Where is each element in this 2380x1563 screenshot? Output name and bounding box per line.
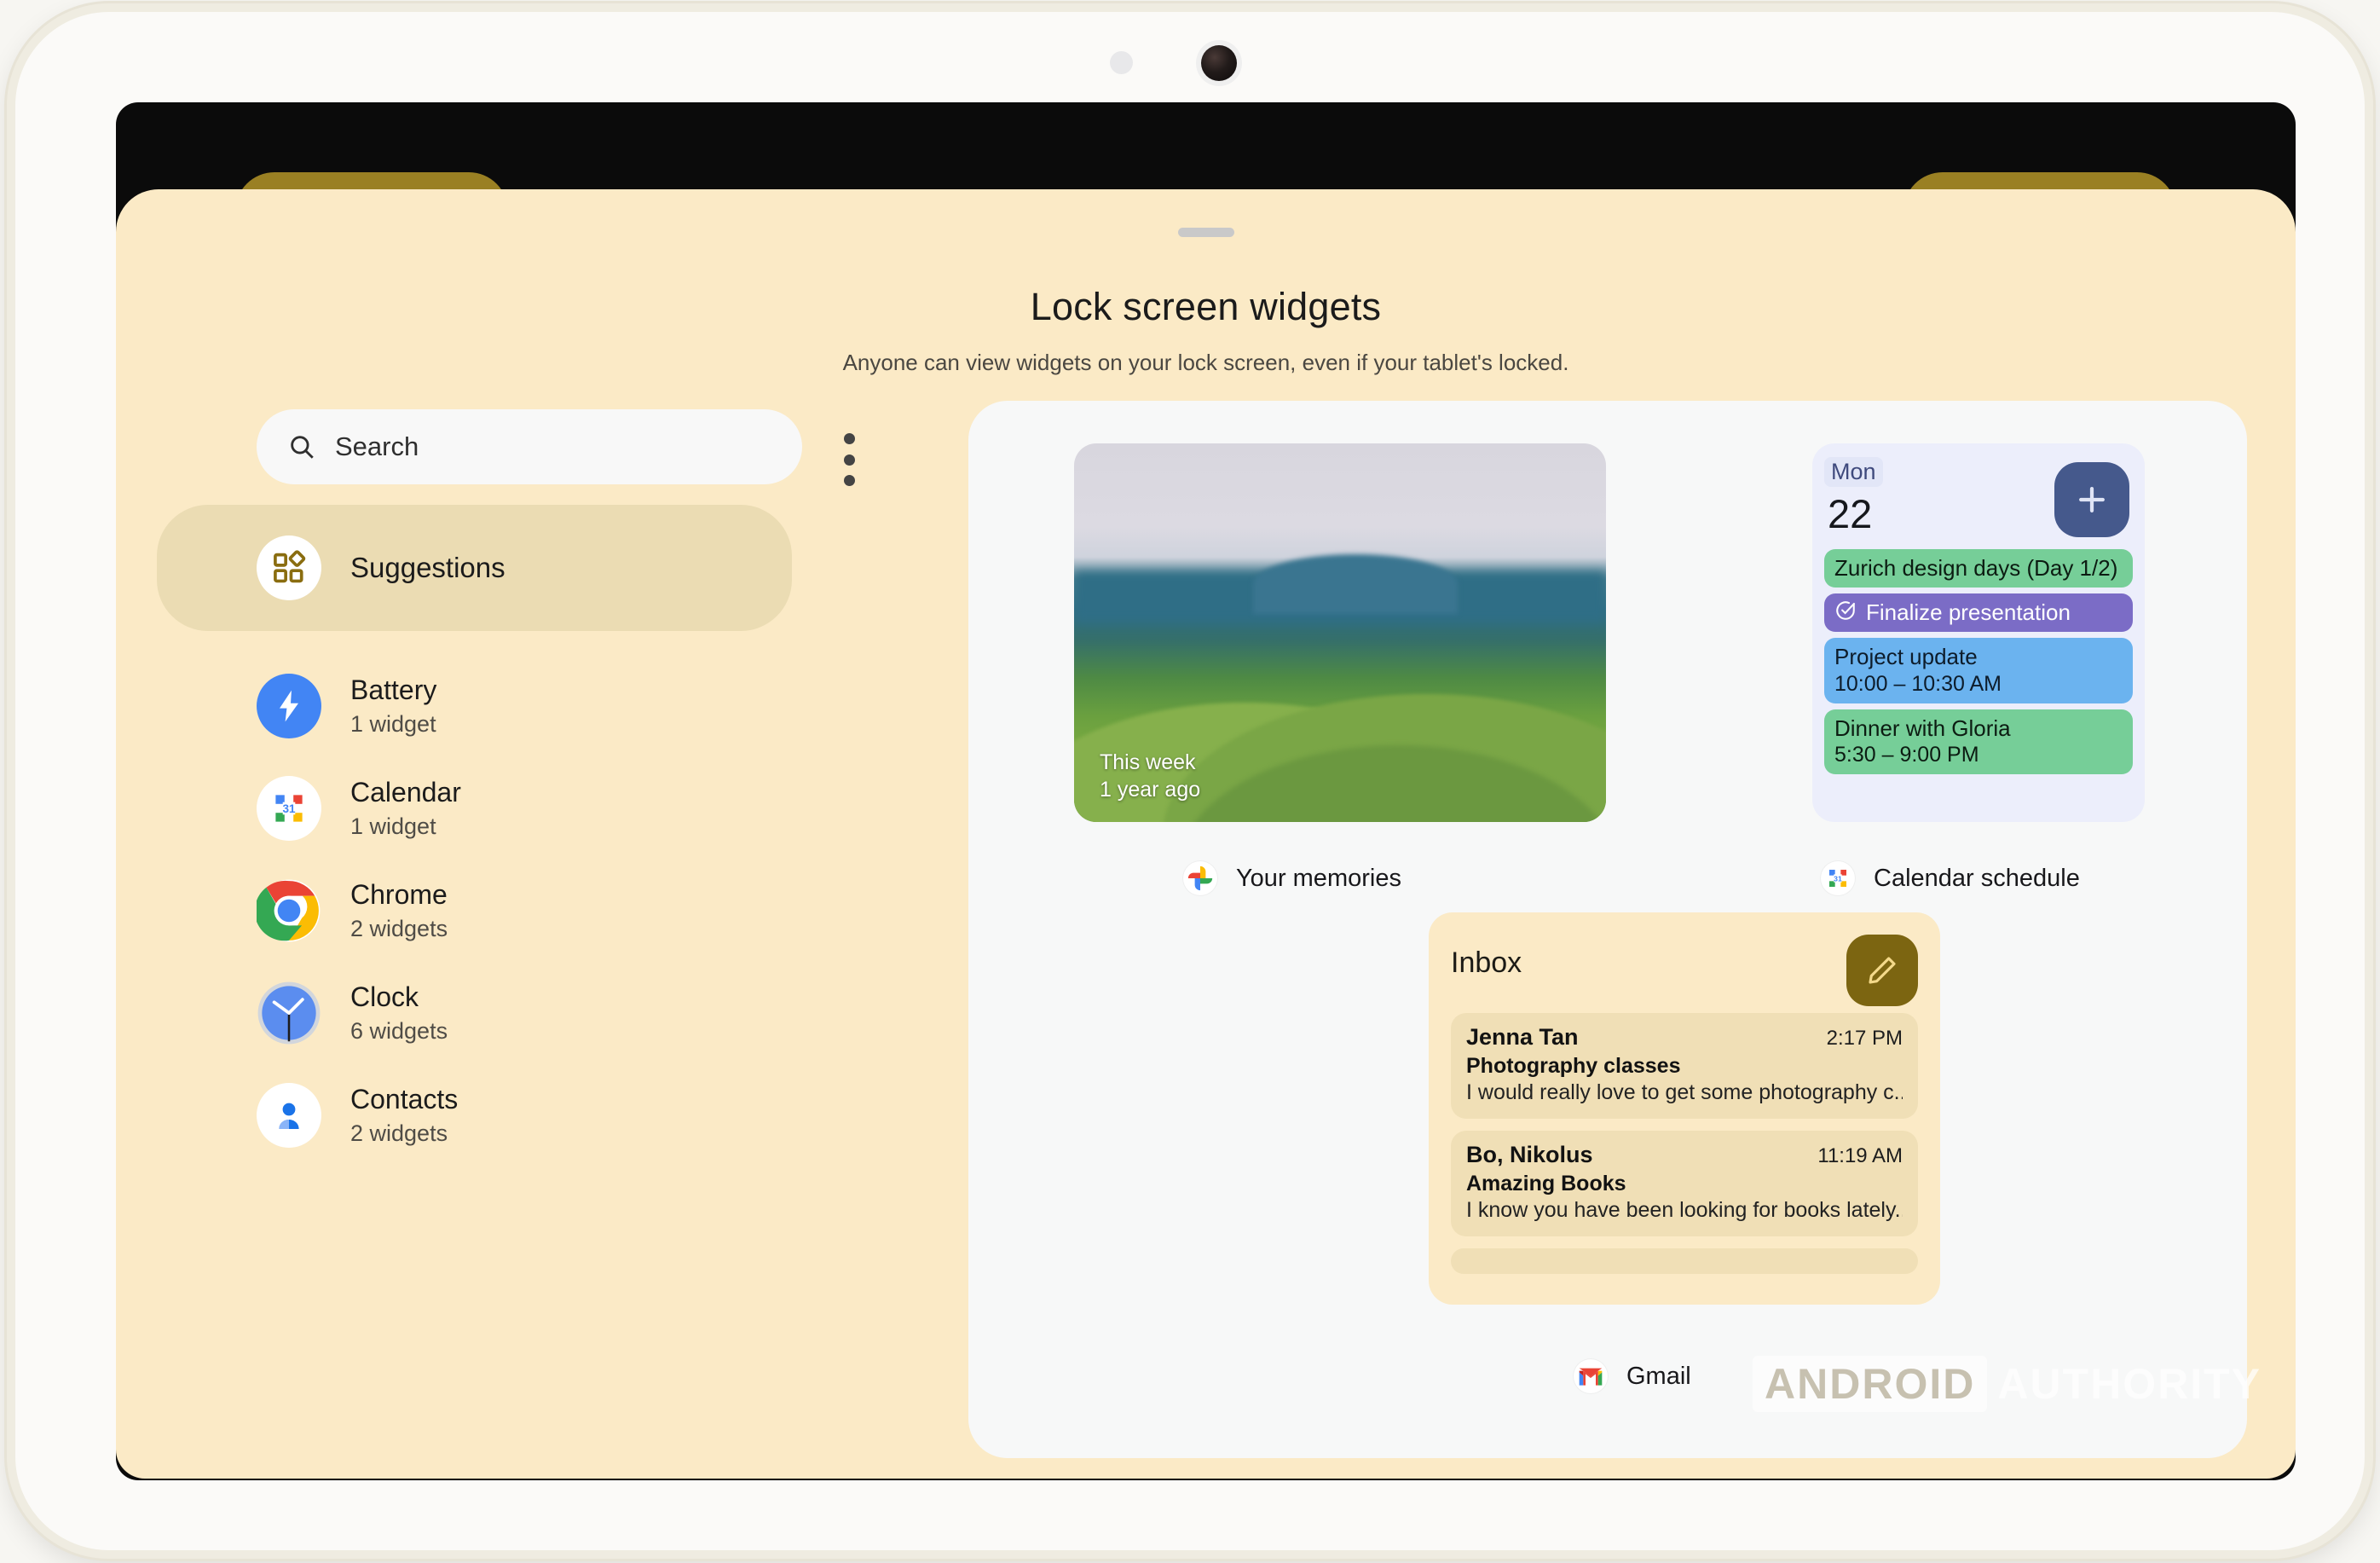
sidebar-item-label: Suggestions <box>350 552 505 583</box>
pencil-icon <box>1869 957 1896 984</box>
calendar-event-title: Project update <box>1834 644 1978 670</box>
memories-overlay-text: This week 1 year ago <box>1100 750 1200 803</box>
widget-caption-label: Gmail <box>1626 1362 1691 1390</box>
gmail-email-sender: Jenna Tan <box>1466 1024 1579 1050</box>
widget-preview-your-memories[interactable]: This week 1 year ago <box>1074 443 1606 822</box>
calendar-event[interactable]: Finalize presentation <box>1824 593 2133 633</box>
front-camera-icon <box>1196 40 1242 86</box>
google-photos-icon <box>1183 861 1217 895</box>
sidebar-item-label: Battery <box>350 674 437 705</box>
calendar-event-title: Dinner with Gloria <box>1834 715 2011 741</box>
calendar-event[interactable]: Dinner with Gloria 5:30 – 9:00 PM <box>1824 709 2133 775</box>
sidebar-item-battery[interactable]: Battery 1 widget <box>157 655 856 757</box>
widget-caption-gmail: Gmail <box>1574 1359 1691 1393</box>
battery-bolt-icon <box>257 674 321 738</box>
more-vert-icon[interactable] <box>843 433 855 486</box>
sidebar-item-count: 2 widgets <box>350 916 448 941</box>
chrome-icon <box>254 878 321 943</box>
sidebar-item-label: Clock <box>350 981 419 1012</box>
gmail-compose-button[interactable] <box>1846 935 1918 1006</box>
sidebar-item-count: 1 widget <box>350 711 436 737</box>
gmail-email-time: 11:19 AM <box>1817 1144 1903 1167</box>
sidebar-item-contacts[interactable]: Contacts 2 widgets <box>157 1064 856 1166</box>
gmail-email-time: 2:17 PM <box>1826 1027 1903 1050</box>
svg-text:31: 31 <box>282 802 296 815</box>
calendar-event[interactable]: Zurich design days (Day 1/2) <box>1824 549 2133 588</box>
widget-preview-calendar-schedule[interactable]: Mon 22 Zurich design days (Day 1/2) Fina… <box>1812 443 2145 822</box>
gmail-email-sender: Bo, Nikolus <box>1466 1142 1593 1167</box>
sidebar-item-calendar[interactable]: 31 Calendar 1 widget <box>157 757 856 860</box>
memories-overlay-line2: 1 year ago <box>1100 777 1201 802</box>
tablet-device-frame: Lock screen widgets Anyone can view widg… <box>7 3 2373 1559</box>
sheet-drag-handle[interactable] <box>1177 228 1234 237</box>
gmail-email-subject: Amazing Books <box>1466 1172 1626 1195</box>
sidebar-item-chrome[interactable]: Chrome 2 widgets <box>157 860 856 962</box>
mountain-peak <box>1253 554 1458 614</box>
gmail-email-row-clipped[interactable] <box>1451 1248 1918 1274</box>
sidebar-item-label: Chrome <box>350 879 448 910</box>
widgets-grid-icon <box>257 535 321 600</box>
gmail-icon <box>1574 1359 1608 1393</box>
contacts-icon <box>257 1083 321 1148</box>
calendar-add-event-button[interactable] <box>2054 462 2129 537</box>
sidebar-item-count: 6 widgets <box>350 1018 448 1044</box>
watermark: ANDROID AUTHORITY <box>1753 1356 2262 1412</box>
sidebar-item-label: Calendar <box>350 777 461 808</box>
gmail-widget-header: Inbox <box>1451 935 1918 1013</box>
calendar-event[interactable]: Project update 10:00 – 10:30 AM <box>1824 638 2133 703</box>
gmail-email-row[interactable]: Bo, Nikolus 11:19 AM Amazing Books I kno… <box>1451 1131 1918 1236</box>
widget-preview-gmail[interactable]: Inbox Jenna Tan 2:17 PM Photography clas… <box>1429 912 1940 1305</box>
widget-caption-label: Your memories <box>1236 864 1401 892</box>
widget-caption-calendar-schedule: 31 Calendar schedule <box>1821 861 2080 895</box>
check-circle-icon <box>1834 599 1857 626</box>
widget-preview-panel: This week 1 year ago Your memories Mon 2… <box>968 401 2247 1458</box>
search-icon <box>287 432 316 461</box>
gmail-email-row[interactable]: Jenna Tan 2:17 PM Photography classes I … <box>1451 1013 1918 1119</box>
watermark-word: AUTHORITY <box>1997 1360 2262 1408</box>
sidebar-item-count: 1 widget <box>350 813 436 839</box>
search-input[interactable]: Search <box>257 409 802 484</box>
memories-overlay-line1: This week <box>1100 750 1196 774</box>
app-sidebar: Search Suggestions Battery 1 widget 31 C… <box>157 402 856 1479</box>
google-calendar-icon: 31 <box>257 776 321 841</box>
calendar-widget-header: Mon 22 <box>1824 457 2133 549</box>
widget-caption-label: Calendar schedule <box>1874 864 2080 892</box>
sidebar-item-count: 2 widgets <box>350 1120 448 1146</box>
gmail-email-snippet: I know you have been looking for books l… <box>1466 1198 1903 1222</box>
widget-caption-your-memories: Your memories <box>1183 861 1401 895</box>
page-subtitle: Anyone can view widgets on your lock scr… <box>842 350 1569 375</box>
calendar-event-time: 5:30 – 9:00 PM <box>1834 743 1979 767</box>
calendar-event-title: Zurich design days (Day 1/2) <box>1834 555 2118 581</box>
calendar-event-title: Finalize presentation <box>1866 599 2071 626</box>
calendar-event-time: 10:00 – 10:30 AM <box>1834 671 2002 696</box>
widget-picker-sheet: Lock screen widgets Anyone can view widg… <box>116 189 2296 1479</box>
ambient-sensor-icon <box>1110 51 1133 74</box>
google-calendar-icon: 31 <box>1821 861 1855 895</box>
search-placeholder-text: Search <box>335 431 419 461</box>
svg-text:31: 31 <box>1834 874 1842 883</box>
gmail-email-snippet: I would really love to get some photogra… <box>1466 1080 1903 1104</box>
page-title: Lock screen widgets <box>1030 285 1382 328</box>
sidebar-item-label: Contacts <box>350 1084 459 1114</box>
plus-icon <box>2079 487 2105 512</box>
gmail-email-subject: Photography classes <box>1466 1054 1681 1078</box>
calendar-day-of-week: Mon <box>1824 457 1883 487</box>
watermark-brand: ANDROID <box>1753 1356 1988 1412</box>
app-category-list: Suggestions Battery 1 widget 31 Calendar… <box>157 505 856 1166</box>
sidebar-item-clock[interactable]: Clock 6 widgets <box>157 962 856 1064</box>
clock-icon <box>257 981 321 1045</box>
sidebar-item-suggestions[interactable]: Suggestions <box>157 505 792 631</box>
